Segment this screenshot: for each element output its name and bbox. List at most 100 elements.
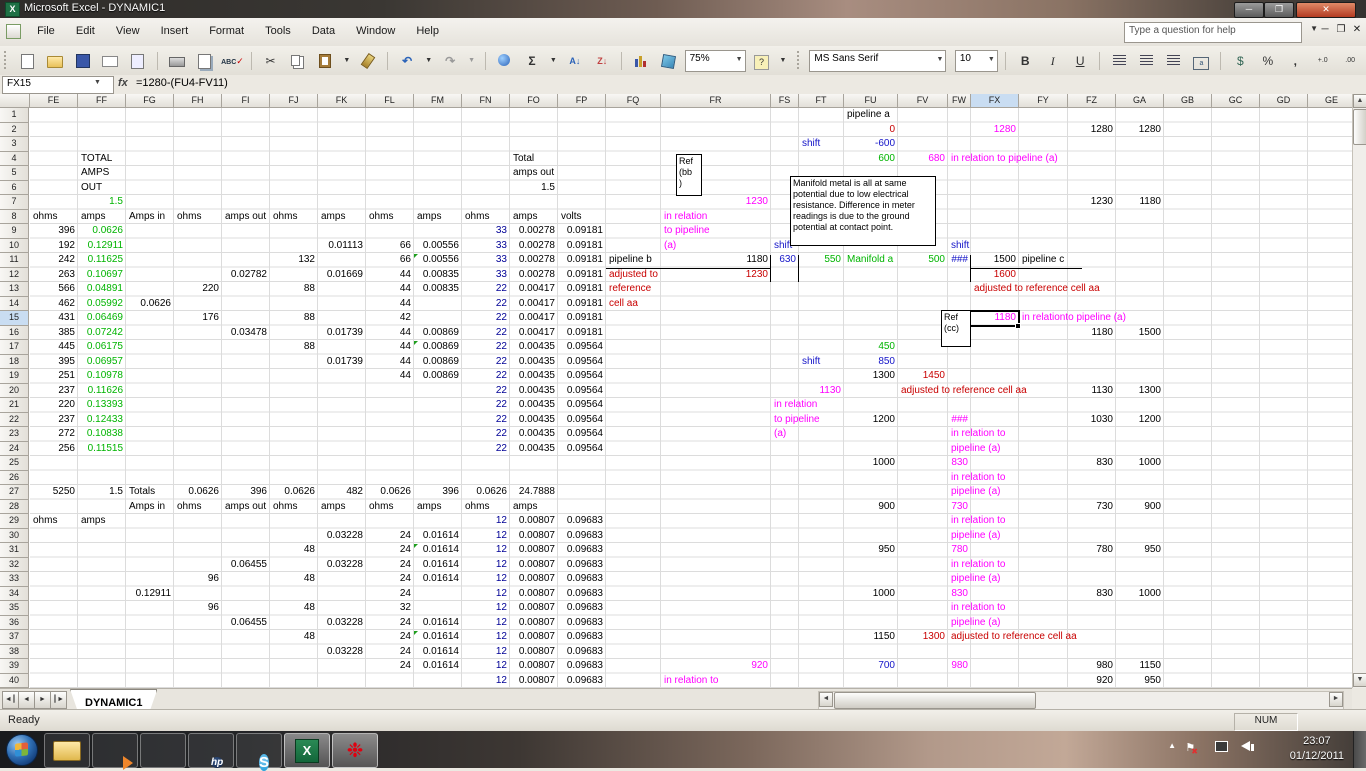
taskbar-explorer-button[interactable] bbox=[44, 733, 90, 768]
cell-FM13[interactable]: 0.00835 bbox=[414, 282, 462, 296]
cell-FG28[interactable]: Amps in bbox=[126, 500, 165, 514]
cell-FF29[interactable]: amps bbox=[78, 514, 105, 528]
cell-FJ27[interactable]: 0.0626 bbox=[270, 485, 318, 499]
cell-FU18[interactable]: 850 bbox=[844, 355, 898, 369]
cell-FJ17[interactable]: 88 bbox=[270, 340, 318, 354]
cell-FL28[interactable]: ohms bbox=[366, 500, 393, 514]
cell-FJ37[interactable]: 48 bbox=[270, 630, 318, 644]
cell-FM19[interactable]: 0.00869 bbox=[414, 369, 462, 383]
align-left-icon[interactable] bbox=[1108, 50, 1131, 72]
vertical-scrollbar[interactable]: ▲ ▼ bbox=[1352, 94, 1366, 688]
cell-FU3[interactable]: -600 bbox=[844, 137, 898, 151]
cell-FU1[interactable]: pipeline a bbox=[844, 108, 890, 122]
cell-FZ7[interactable]: 1230 bbox=[1068, 195, 1116, 209]
cell-GA39[interactable]: 1150 bbox=[1116, 659, 1164, 673]
format-painter-icon[interactable] bbox=[357, 50, 380, 72]
cell-FO22[interactable]: 0.00435 bbox=[510, 413, 558, 427]
row-header-18[interactable]: 18 bbox=[0, 355, 29, 370]
cell-FV20[interactable]: adjusted to reference cell aa bbox=[898, 384, 1027, 398]
cell-FN24[interactable]: 22 bbox=[462, 442, 510, 456]
cell-FN40[interactable]: 12 bbox=[462, 674, 510, 688]
cell-FO29[interactable]: 0.00807 bbox=[510, 514, 558, 528]
cell-FP13[interactable]: 0.09181 bbox=[558, 282, 606, 296]
cell-FP22[interactable]: 0.09564 bbox=[558, 413, 606, 427]
cell-FM38[interactable]: 0.01614 bbox=[414, 645, 462, 659]
cell-FL12[interactable]: 44 bbox=[366, 268, 414, 282]
toolbar-grip[interactable] bbox=[4, 51, 9, 69]
cell-FE24[interactable]: 256 bbox=[30, 442, 78, 456]
row-header-21[interactable]: 21 bbox=[0, 398, 29, 413]
cell-FL32[interactable]: 24 bbox=[366, 558, 414, 572]
cell-FN10[interactable]: 33 bbox=[462, 239, 510, 253]
cell-FP18[interactable]: 0.09564 bbox=[558, 355, 606, 369]
cell-FN16[interactable]: 22 bbox=[462, 326, 510, 340]
cell-FM27[interactable]: 396 bbox=[414, 485, 462, 499]
row-header-7[interactable]: 7 bbox=[0, 195, 29, 210]
row-header-17[interactable]: 17 bbox=[0, 340, 29, 355]
sort-ascending-icon[interactable]: A↓ bbox=[563, 50, 586, 72]
cell-FN39[interactable]: 12 bbox=[462, 659, 510, 673]
textbox-ref-cc[interactable]: Ref(cc) bbox=[941, 310, 971, 347]
cell-FF5[interactable]: AMPS bbox=[78, 166, 109, 180]
comma-icon[interactable]: , bbox=[1284, 50, 1307, 72]
cell-FW27[interactable]: pipeline (a) bbox=[948, 485, 1000, 499]
cell-FE20[interactable]: 237 bbox=[30, 384, 78, 398]
cell-FO20[interactable]: 0.00435 bbox=[510, 384, 558, 398]
textbox-manifold-note[interactable]: Manifold metal is all at same potential … bbox=[790, 176, 936, 246]
tab-next-icon[interactable]: ► bbox=[34, 691, 51, 709]
toolbar-options-icon[interactable]: ▼ bbox=[778, 50, 789, 72]
cell-FE12[interactable]: 263 bbox=[30, 268, 78, 282]
cell-FS11[interactable]: 630 bbox=[771, 253, 799, 267]
taskbar-red-app-button[interactable]: ❉ bbox=[332, 733, 378, 768]
undo-dropdown-icon[interactable]: ▼ bbox=[423, 50, 434, 72]
cell-FW36[interactable]: pipeline (a) bbox=[948, 616, 1000, 630]
hidden-icons-icon[interactable]: ▲ bbox=[1168, 741, 1176, 750]
cell-FW25[interactable]: 830 bbox=[948, 456, 971, 470]
cell-FO4[interactable]: Total bbox=[510, 152, 534, 166]
cell-FF6[interactable]: OUT bbox=[78, 181, 102, 195]
cell-FQ13[interactable]: reference bbox=[606, 282, 651, 296]
scroll-left-icon[interactable]: ◄ bbox=[819, 692, 833, 707]
new-document-icon[interactable] bbox=[16, 50, 39, 72]
cell-FX11[interactable]: 1500 bbox=[971, 253, 1019, 267]
cell-FN20[interactable]: 22 bbox=[462, 384, 510, 398]
cell-FT11[interactable]: 550 bbox=[799, 253, 844, 267]
cell-FZ20[interactable]: 1130 bbox=[1068, 384, 1116, 398]
underline-icon[interactable]: U bbox=[1069, 50, 1092, 72]
cell-FG34[interactable]: 0.12911 bbox=[126, 587, 174, 601]
currency-icon[interactable]: $ bbox=[1229, 50, 1252, 72]
column-header-GE[interactable]: GE bbox=[1308, 94, 1356, 108]
cell-FE19[interactable]: 251 bbox=[30, 369, 78, 383]
cell-FE11[interactable]: 242 bbox=[30, 253, 78, 267]
column-header-FY[interactable]: FY bbox=[1019, 94, 1068, 108]
cell-FM33[interactable]: 0.01614 bbox=[414, 572, 462, 586]
selected-cell-outline[interactable] bbox=[969, 310, 1020, 327]
cell-FL27[interactable]: 0.0626 bbox=[366, 485, 414, 499]
menu-help[interactable]: Help bbox=[407, 18, 448, 37]
taskbar-media-player-button[interactable] bbox=[92, 733, 138, 768]
help-icon[interactable]: ? bbox=[750, 50, 773, 72]
chart-wizard-icon[interactable] bbox=[630, 50, 653, 72]
cell-FO19[interactable]: 0.00435 bbox=[510, 369, 558, 383]
cell-FY15[interactable]: in relationto pipeline (a) bbox=[1019, 311, 1126, 325]
row-header-4[interactable]: 4 bbox=[0, 152, 29, 167]
menu-tools[interactable]: Tools bbox=[256, 18, 300, 37]
horizontal-scroll-thumb[interactable] bbox=[834, 692, 1036, 709]
row-header-40[interactable]: 40 bbox=[0, 674, 29, 689]
cell-FN8[interactable]: ohms bbox=[462, 210, 489, 224]
align-right-icon[interactable] bbox=[1162, 50, 1185, 72]
font-name-combo[interactable]: MS Sans Serif▼ bbox=[809, 50, 946, 72]
column-header-FI[interactable]: FI bbox=[222, 94, 270, 108]
cell-FE14[interactable]: 462 bbox=[30, 297, 78, 311]
cell-FL30[interactable]: 24 bbox=[366, 529, 414, 543]
row-header-30[interactable]: 30 bbox=[0, 529, 29, 544]
cell-FM36[interactable]: 0.01614 bbox=[414, 616, 462, 630]
cell-FF27[interactable]: 1.5 bbox=[78, 485, 126, 499]
save-icon[interactable] bbox=[71, 50, 94, 72]
print-icon[interactable] bbox=[165, 50, 188, 72]
cell-GA25[interactable]: 1000 bbox=[1116, 456, 1164, 470]
cell-FZ39[interactable]: 980 bbox=[1068, 659, 1116, 673]
cell-FG8[interactable]: Amps in bbox=[126, 210, 165, 224]
cell-FE9[interactable]: 396 bbox=[30, 224, 78, 238]
cell-FE29[interactable]: ohms bbox=[30, 514, 57, 528]
